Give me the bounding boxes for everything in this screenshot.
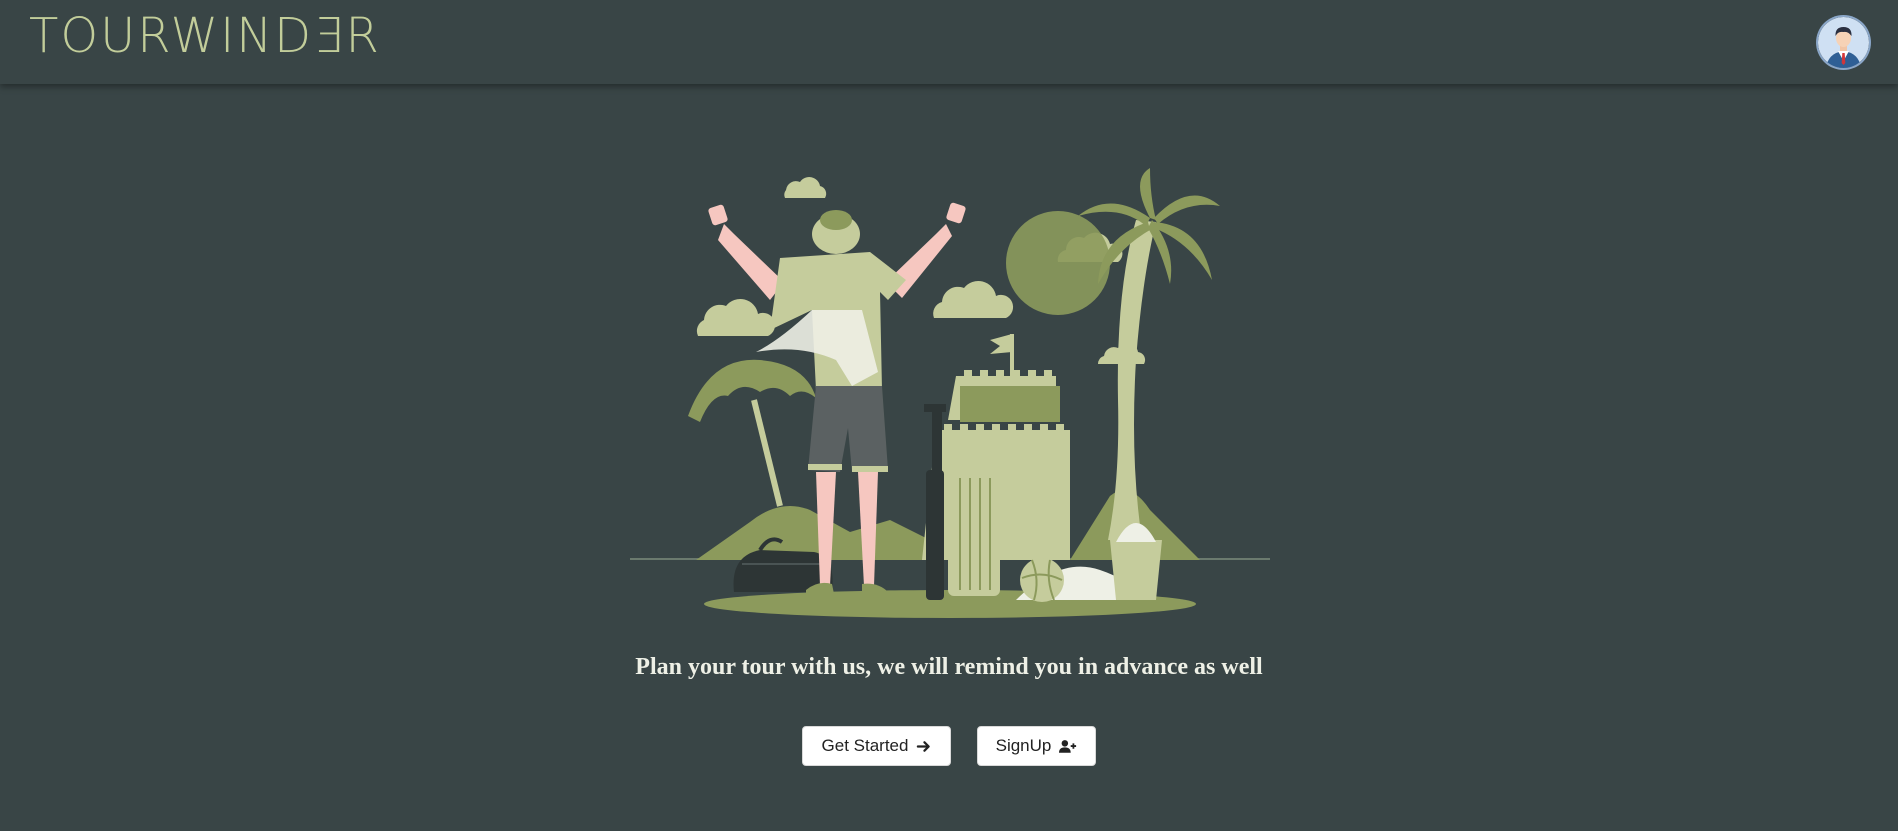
arrow-right-icon bbox=[917, 740, 931, 752]
get-started-button[interactable]: Get Started bbox=[802, 726, 951, 766]
traveler-at-beach-illustration bbox=[630, 168, 1270, 618]
hero-tagline: Plan your tour with us, we will remind y… bbox=[635, 654, 1263, 680]
signup-label: SignUp bbox=[995, 736, 1052, 755]
brand-logo[interactable]: TOURWINDƎR bbox=[29, 9, 381, 63]
signup-button[interactable]: SignUp bbox=[977, 726, 1096, 766]
user-avatar-icon[interactable] bbox=[1818, 17, 1869, 68]
get-started-label: Get Started bbox=[821, 736, 909, 755]
user-plus-icon bbox=[1059, 739, 1077, 753]
navbar: TOURWINDƎR bbox=[0, 0, 1898, 84]
